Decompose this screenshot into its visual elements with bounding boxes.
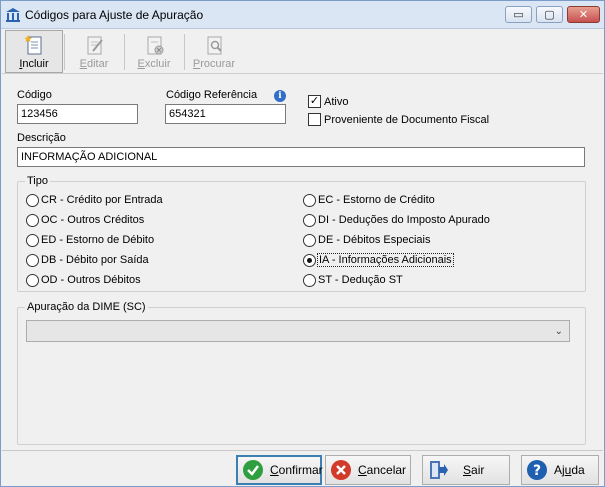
sair-button[interactable]: Sair <box>422 455 510 485</box>
procurar-button[interactable]: Procurar <box>185 30 243 73</box>
minimize-icon: ▭ <box>513 9 524 21</box>
codigo-referencia-input[interactable]: 654321 <box>165 104 286 124</box>
ativo-checkbox[interactable]: ✓ <box>308 95 321 108</box>
window-title: Códigos para Ajuste de Apuração <box>25 8 204 22</box>
procurar-label: Procurar <box>192 58 236 70</box>
radio-ec[interactable]: EC - Estorno de Crédito <box>303 192 435 208</box>
radio-ed[interactable]: ED - Estorno de Débito <box>26 232 154 248</box>
ativo-label: Ativo <box>324 96 349 108</box>
descricao-label: Descrição <box>17 132 66 144</box>
codigo-label: Código <box>17 89 52 101</box>
exit-door-icon <box>430 461 448 479</box>
close-icon: ✕ <box>578 9 589 21</box>
radio-circle[interactable] <box>303 273 316 287</box>
sair-label: Sair <box>463 463 485 477</box>
incluir-button[interactable]: Incluir <box>5 30 63 73</box>
maximize-icon: ▢ <box>544 9 555 21</box>
editar-button[interactable]: Editar <box>65 30 123 73</box>
codigo-referencia-label: Código Referência <box>166 89 258 101</box>
confirmar-button[interactable]: Confirmar <box>236 455 323 485</box>
search-document-icon <box>207 36 222 55</box>
tipo-group-title: Tipo <box>25 175 50 187</box>
radio-circle[interactable] <box>26 273 39 287</box>
check-mark-icon: ✓ <box>309 95 320 107</box>
chevron-down-icon: ⌄ <box>554 326 563 337</box>
radio-circle[interactable] <box>26 193 39 207</box>
main-window: Códigos para Ajuste de Apuração ▭ ▢ ✕ In… <box>0 0 605 487</box>
info-icon[interactable]: i <box>274 90 286 102</box>
radio-circle[interactable] <box>303 233 316 247</box>
delete-document-icon <box>147 36 164 55</box>
dime-select[interactable]: ⌄ <box>26 320 570 342</box>
check-circle-icon <box>243 460 263 480</box>
ajuda-button[interactable]: ? Ajuda <box>521 455 599 485</box>
proveniente-checkbox[interactable] <box>308 113 321 126</box>
radio-circle[interactable] <box>26 253 39 267</box>
descricao-input[interactable]: INFORMAÇÃO ADICIONAL <box>17 147 585 167</box>
maximize-button[interactable]: ▢ <box>536 6 563 23</box>
incluir-label: Incluir <box>19 58 49 70</box>
excluir-button[interactable]: Excluir <box>125 30 183 73</box>
radio-circle[interactable] <box>303 193 316 207</box>
close-button[interactable]: ✕ <box>567 6 600 23</box>
excluir-label: Excluir <box>137 58 171 70</box>
radio-ia[interactable]: IA - Informações Adicionais <box>303 252 454 268</box>
radio-oc[interactable]: OC - Outros Créditos <box>26 212 144 228</box>
radio-cr[interactable]: CR - Crédito por Entrada <box>26 192 163 208</box>
radio-circle-selected[interactable] <box>303 253 316 267</box>
toolbar: Incluir Editar Excluir Procurar <box>2 30 603 74</box>
editar-label: Editar <box>79 58 109 70</box>
radio-st[interactable]: ST - Dedução ST <box>303 272 403 288</box>
radio-circle[interactable] <box>26 233 39 247</box>
cancelar-button[interactable]: Cancelar <box>325 455 411 485</box>
radio-db[interactable]: DB - Débito por Saída <box>26 252 149 268</box>
help-circle-icon: ? <box>527 460 547 480</box>
radio-de[interactable]: DE - Débitos Especiais <box>303 232 431 248</box>
edit-document-icon <box>87 36 103 55</box>
confirmar-label: Confirmar <box>270 463 323 477</box>
minimize-button[interactable]: ▭ <box>505 6 532 23</box>
ajuda-label: Ajuda <box>554 463 585 477</box>
title-bar[interactable]: Códigos para Ajuste de Apuração ▭ ▢ ✕ <box>1 1 604 29</box>
footer-divider <box>2 450 603 451</box>
radio-od[interactable]: OD - Outros Débitos <box>26 272 141 288</box>
radio-circle[interactable] <box>26 213 39 227</box>
dime-group-title: Apuração da DIME (SC) <box>25 301 148 313</box>
radio-di[interactable]: DI - Deduções do Imposto Apurado <box>303 212 490 228</box>
cancelar-label: Cancelar <box>358 463 407 477</box>
radio-circle[interactable] <box>303 213 316 227</box>
new-document-icon <box>25 35 42 55</box>
svg-text:?: ? <box>533 463 541 479</box>
proveniente-label: Proveniente de Documento Fiscal <box>324 114 490 126</box>
codigo-input[interactable]: 123456 <box>17 104 138 124</box>
cancel-circle-icon <box>331 460 351 480</box>
bank-building-icon <box>6 8 20 22</box>
